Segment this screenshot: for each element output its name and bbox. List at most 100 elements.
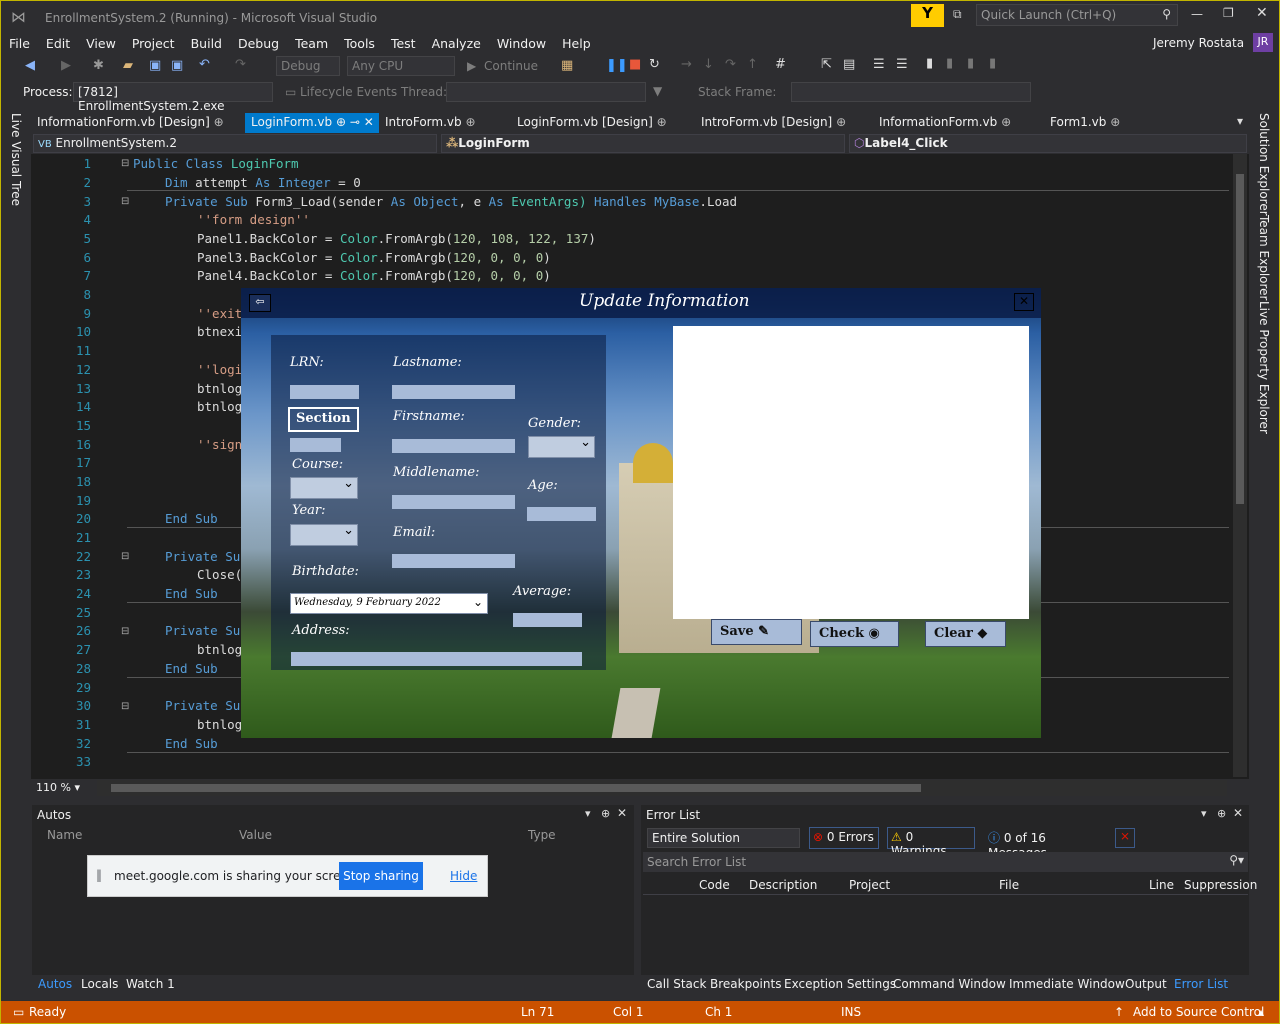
project-dropdown[interactable]: VB EnrollmentSystem.2 [33,134,437,153]
back-icon[interactable]: ◀ [25,58,35,73]
menu-file[interactable]: File [1,36,38,51]
age-field[interactable] [527,507,596,521]
type-column-header[interactable]: Type [528,828,556,842]
firstname-field[interactable] [392,439,515,453]
menu-tools[interactable]: Tools [336,36,383,51]
drag-handle-icon[interactable]: ‖ [96,868,102,882]
tab-autos[interactable]: Autos [38,977,72,991]
form-close-icon[interactable]: ✕ [1014,293,1034,311]
thread-dropdown[interactable] [446,82,646,102]
filter-icon[interactable]: ⨯ [1115,828,1135,848]
bookmark-clear-icon[interactable]: ▮ [989,56,996,71]
lifecycle-events-button[interactable]: Lifecycle Events [300,85,397,99]
middlename-field[interactable] [392,495,515,509]
member-dropdown[interactable]: ⬡Label4_Click [849,134,1247,153]
section-field[interactable] [290,438,341,452]
class-dropdown[interactable]: ⁂LoginForm [441,134,845,153]
menu-edit[interactable]: Edit [38,36,78,51]
tab-exception-settings[interactable]: Exception Settings [784,977,896,991]
name-column-header[interactable]: Name [47,828,82,842]
tab-form1[interactable]: Form1.vb ⊕ [1044,113,1144,133]
collapse-icon[interactable]: ⊟ [121,551,129,562]
email-field[interactable] [392,554,515,568]
undo-icon[interactable]: ↶ [199,57,210,72]
menu-window[interactable]: Window [489,36,554,51]
user-name[interactable]: Jeremy Rostata [1153,36,1244,50]
team-explorer-tab[interactable]: Team Explorer [1257,215,1271,301]
pin-icon[interactable]: ⊕ [601,807,610,820]
tab-locals[interactable]: Locals [81,977,118,991]
process-icon[interactable]: ▦ [561,58,573,73]
value-column-header[interactable]: Value [239,828,272,842]
forward-icon[interactable]: ▶ [61,58,71,73]
config-dropdown[interactable]: Debug [276,56,340,76]
close-icon[interactable]: ✕ [1233,806,1243,820]
suppression-column-header[interactable]: Suppression [1184,878,1257,892]
error-search-input[interactable]: Search Error List ⚲▾ [643,852,1248,872]
check-button[interactable]: Check ◉ [810,621,899,647]
live-share-icon[interactable]: ⧉ [953,7,962,22]
menu-analyze[interactable]: Analyze [424,36,489,51]
tab-output[interactable]: Output [1125,977,1167,991]
minimize-button[interactable]: — [1191,7,1203,21]
tab-immediate-window[interactable]: Immediate Window [1009,977,1125,991]
chevron-up-icon[interactable]: ▴ [1258,1005,1264,1019]
thread-icon[interactable]: ▤ [843,57,855,72]
gender-dropdown[interactable] [528,435,595,458]
tab-overflow-icon[interactable]: ▾ [1237,114,1243,128]
bookmark-icon[interactable]: ▮ [926,56,933,71]
course-dropdown[interactable] [290,476,358,499]
platform-dropdown[interactable]: Any CPU [347,56,455,76]
section-button[interactable]: Section [288,407,359,432]
uncomment-icon[interactable]: ☰ [896,57,908,72]
tab-introform[interactable]: IntroForm.vb ⊕ [379,113,511,133]
bookmark-next-icon[interactable]: ▮ [967,56,974,71]
collapse-icon[interactable]: ⊟ [121,626,129,637]
close-icon[interactable]: ✕ [617,806,627,820]
average-field[interactable] [513,613,582,627]
redo-icon[interactable]: ↷ [235,57,246,72]
filter-icon[interactable]: ▼ [653,84,662,98]
collapse-icon[interactable]: ⊟ [121,701,129,712]
menu-project[interactable]: Project [124,36,183,51]
tab-error-list[interactable]: Error List [1174,977,1228,991]
close-button[interactable]: ✕ [1256,5,1268,21]
new-project-icon[interactable]: ✱ [93,58,104,73]
solution-explorer-tab[interactable]: Solution Explorer [1257,113,1271,216]
feedback-filter-icon[interactable]: Y [911,4,944,27]
live-visual-tree-tab[interactable]: Live Visual Tree [9,113,23,206]
comment-icon[interactable]: ☰ [873,57,885,72]
menu-build[interactable]: Build [183,36,230,51]
stop-icon[interactable]: ■ [629,57,641,72]
line-column-header[interactable]: Line [1149,878,1174,892]
stop-sharing-button[interactable]: Stop sharing [339,862,423,890]
save-icon[interactable]: ▣ [149,58,161,73]
clear-button[interactable]: Clear ◆ [925,621,1006,647]
horizontal-scrollbar[interactable] [97,780,1227,796]
tab-loginform-design[interactable]: LoginForm.vb [Design] ⊕ [511,113,695,133]
quick-launch-input[interactable]: Quick Launch (Ctrl+Q) ⚲ [976,4,1178,26]
save-all-icon[interactable]: ▣ [171,58,183,73]
menu-test[interactable]: Test [383,36,424,51]
hex-icon[interactable]: # [775,57,786,72]
dropdown-icon[interactable]: ▾ [1201,807,1207,820]
save-button[interactable]: Save ✎ [711,619,802,645]
maximize-button[interactable]: ❐ [1223,6,1234,20]
continue-button[interactable]: Continue [484,59,538,73]
bookmark-prev-icon[interactable]: ▮ [946,56,953,71]
file-column-header[interactable]: File [999,878,1019,892]
tab-breakpoints[interactable]: Breakpoints [710,977,781,991]
errors-filter-button[interactable]: ⊗ 0 Errors [809,827,879,849]
pause-icon[interactable]: ❚❚ [606,58,628,73]
open-folder-icon[interactable]: ▰ [123,58,133,73]
code-column-header[interactable]: Code [699,878,730,892]
address-field[interactable] [291,652,582,666]
collapse-icon[interactable]: ⊟ [121,158,129,169]
layout-icon[interactable]: ⇱ [821,57,832,72]
continue-icon[interactable]: ▶ [467,59,476,73]
tab-informationform-design[interactable]: InformationForm.vb [Design] ⊕ [31,113,245,133]
tab-introform-design[interactable]: IntroForm.vb [Design] ⊕ [695,113,873,133]
back-arrow-icon[interactable]: ⇦ [249,294,271,312]
close-icon[interactable]: ✕ [364,115,374,129]
tab-command-window[interactable]: Command Window [893,977,1006,991]
